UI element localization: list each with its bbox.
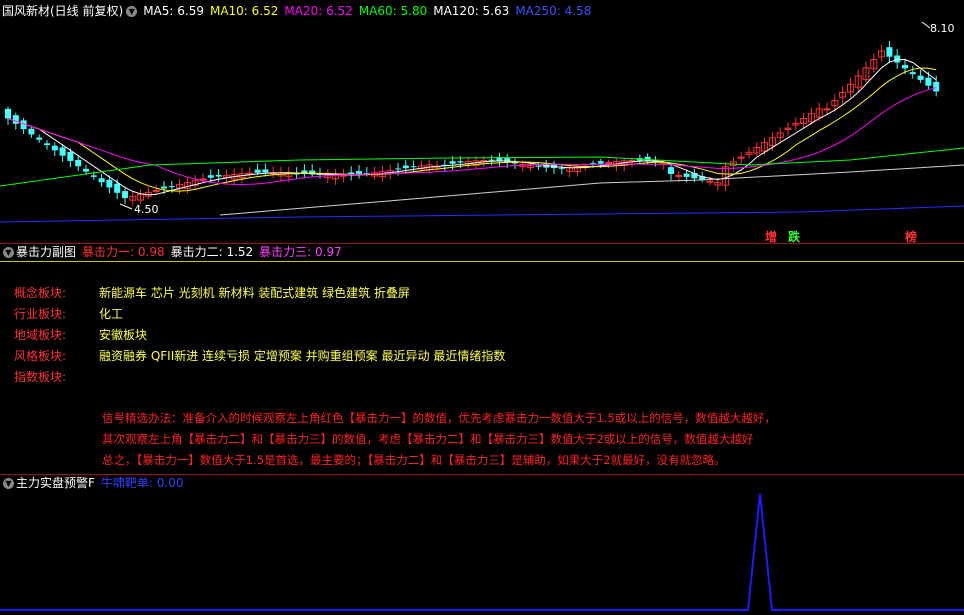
candle-body	[706, 180, 714, 183]
candle-body	[44, 143, 50, 146]
signal-text-3: 总之，【暴击力一】数值大于1.5是首选，最主要的；【暴击力二】和【暴击力三】是辅…	[102, 453, 726, 467]
candle-body	[254, 169, 261, 173]
candle-body	[909, 72, 916, 75]
candle-body	[488, 159, 495, 161]
alert-spike-line	[0, 493, 964, 611]
info-row-industry: 行业板块: 化工	[14, 304, 123, 324]
bottom-value: 牛啸靶单: 0.00	[100, 476, 184, 490]
candle-body	[168, 186, 175, 188]
low-price-label: 4.50	[134, 203, 159, 216]
candle-body	[59, 147, 66, 156]
candle-body	[675, 174, 683, 177]
candle-body	[207, 175, 214, 178]
high-price-label: 8.10	[930, 22, 955, 35]
candle-body	[449, 161, 456, 164]
candle-body	[199, 178, 207, 181]
candle-body	[28, 128, 35, 135]
ma10-line	[7, 67, 937, 192]
info-label: 指数板块:	[14, 370, 67, 384]
candle-body	[902, 65, 908, 69]
info-label: 行业板块:	[14, 307, 67, 321]
candle-body	[605, 161, 613, 164]
candle-body	[933, 81, 940, 92]
info-value: 融资融券 QFII新进 连续亏损 定增预案 并购重组预案 最近异动 最近情绪指数	[99, 349, 506, 363]
info-row-style: 风格板块: 融资融券 QFII新进 连续亏损 定增预案 并购重组预案 最近异动 最…	[14, 346, 505, 366]
candle-body	[597, 161, 604, 164]
sub-chart-header: ▼ 暴击力副图 暴击力一: 0.98 暴击力二: 1.52 暴击力三: 0.97	[0, 243, 348, 261]
candle-body	[823, 108, 831, 111]
candle-body	[886, 47, 893, 57]
candle-body	[67, 151, 74, 161]
candle-body	[410, 166, 417, 168]
candle-body	[122, 191, 128, 199]
info-label: 风格板块:	[14, 349, 67, 363]
candle-body	[152, 189, 160, 192]
baojili-1: 暴击力一: 0.98	[82, 245, 165, 259]
candle-body	[75, 159, 82, 167]
candle-body	[36, 137, 43, 140]
candle-body	[51, 145, 58, 151]
info-value: 安徽板块	[99, 328, 148, 342]
ma120-line	[219, 164, 964, 216]
candle-body	[215, 174, 222, 177]
info-label: 概念板块:	[14, 286, 67, 300]
sub-title: 暴击力副图	[16, 245, 77, 259]
candlestick-chart: 8.10 4.50	[0, 21, 964, 223]
chevron-down-icon[interactable]: ▼	[3, 247, 14, 258]
bottom-chart-header: ▼ 主力实盘预警F 牛啸靶单: 0.00	[0, 474, 189, 492]
signal-text-2: 其次观察左上角【暴击力二】和【暴击力三】的数值，考虑【暴击力二】和【暴击力三】数…	[102, 432, 754, 446]
candle-body	[262, 169, 269, 173]
candle-body	[98, 178, 105, 183]
candle-body	[114, 183, 121, 193]
candle-body	[395, 168, 401, 170]
ma60-line	[0, 147, 964, 187]
info-label: 地域板块:	[14, 328, 67, 342]
candle-body	[668, 167, 674, 174]
baojili-2: 暴击力二: 1.52	[170, 245, 254, 259]
candle-body	[925, 77, 932, 86]
bottom-title: 主力实盘预警F	[16, 476, 95, 490]
info-value: 新能源车 芯片 光刻机 新材料 装配式建筑 绿色建筑 折叠屏	[99, 286, 410, 300]
signal-text-1: 信号精选办法：准备介入的时候观察左上角红色【暴击力一】的数值，优先考虑暴击力一数…	[102, 411, 776, 425]
candle-body	[12, 115, 19, 124]
candle-body	[106, 179, 113, 188]
chevron-down-icon[interactable]: ▼	[3, 478, 14, 489]
candle-body	[402, 165, 409, 169]
ma20-line	[7, 87, 937, 186]
zero-line	[0, 261, 964, 262]
candle-body	[917, 75, 924, 80]
baojili-3: 暴击力三: 0.97	[259, 245, 342, 259]
candle-body	[683, 173, 690, 177]
info-value: 化工	[99, 307, 124, 321]
low-pointer	[119, 203, 133, 210]
candle-body	[457, 161, 464, 163]
candle-body	[5, 108, 11, 119]
candle-body	[90, 175, 97, 177]
candle-body	[83, 168, 89, 172]
candle-body	[558, 167, 565, 169]
info-row-index: 指数板块:	[14, 367, 99, 387]
candle-body	[161, 186, 167, 189]
info-row-region: 地域板块: 安徽板块	[14, 325, 147, 345]
high-pointer	[921, 21, 931, 29]
candle-body	[535, 165, 542, 167]
info-row-concept: 概念板块: 新能源车 芯片 光刻机 新材料 装配式建筑 绿色建筑 折叠屏	[14, 283, 410, 303]
